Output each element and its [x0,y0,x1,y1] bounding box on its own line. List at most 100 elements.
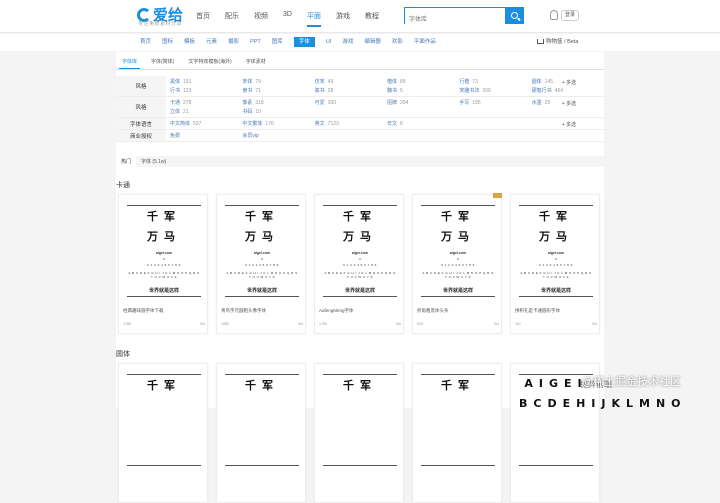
filter-option-count: 79 [255,79,261,85]
font-card[interactable]: 千军 万马 aigei.com x 0 1 2 3 4 5 6 7 8 9 A B C D… [118,194,208,334]
sub-nav-item[interactable]: 模板 [184,37,195,47]
filter-option[interactable]: 日文 6 [387,120,459,127]
search-box [404,7,524,28]
filter-option-name: 会员vip [242,133,259,139]
user-icon[interactable] [550,10,558,20]
filter-option[interactable]: 中文简体 537 [170,120,242,127]
font-card[interactable]: 千军 万马 aigei.com x 0 1 2 3 4 5 6 7 8 9 A B C D… [314,194,404,334]
preview-glyph-line2: 万马 [147,230,181,243]
font-card[interactable]: 千军 万马 aigei.com x 0 1 2 3 4 5 6 7 8 9 A B C D… [412,193,502,334]
login-button[interactable]: 登录 [561,10,579,21]
nav-item[interactable]: 教程 [365,11,379,27]
font-card[interactable]: 千军 万马 aigei.com x 0 1 2 3 4 5 6 7 8 9 A B C D… [216,194,306,334]
filter-option[interactable]: 招牌 294 [387,99,459,106]
filter-option[interactable]: 手写 195 [459,99,531,106]
sub-nav-item[interactable]: 摄影 [228,37,239,47]
nav-item[interactable]: 首页 [196,11,210,27]
nav-item[interactable]: 3D [283,11,292,27]
sub-nav-item[interactable]: 游戏 [342,37,353,47]
filter-option[interactable]: 硬笔行书 464 [532,87,604,94]
filter-option[interactable]: 黑体 191 [170,78,242,85]
font-card[interactable]: 千军 [118,363,208,503]
font-card[interactable]: 千军 [216,363,306,503]
sub-nav-item[interactable]: 字体 [293,37,315,47]
font-card[interactable]: 千军 [314,363,404,503]
preview-alphabet: A B C D E F G H I J K L M N O P Q R S T … [520,271,592,279]
list-tab[interactable]: 热门 [116,156,137,167]
filter-option-count: 123 [183,88,192,94]
preview-glyph-line2: 万马 [245,230,279,243]
multi-select-button[interactable]: + 多选 [562,121,576,128]
font-name[interactable]: 折角粗黑体头条 [417,308,449,314]
content-tab[interactable]: 字体素材 [243,58,269,69]
filter-option-count: 73 [472,79,478,85]
font-preview: 千军 万马 aigei.com x 0 1 2 3 4 5 6 7 8 9 A B C D… [519,205,593,297]
filter-option-name: 宋雕书法 [459,88,480,94]
sub-nav-item[interactable]: 欢影 [392,37,403,47]
font-name[interactable]: 经典趣味圆字体下载 [123,308,164,314]
sub-nav-item[interactable]: 编辑器 [364,37,381,47]
preview-glyph-line1: 千军 [147,210,181,223]
logo-subtitle: 专注免费素材分享 [138,21,183,27]
multi-select-button[interactable]: + 多选 [562,79,576,86]
filter-option[interactable]: 可爱 300 [315,99,387,106]
nav-item[interactable]: 游戏 [336,11,350,27]
list-tab[interactable]: 字体 (5.1w) [136,156,171,167]
content-tab[interactable]: 字体库 [119,58,141,69]
preview-glyph-line1: 千军 [147,379,181,392]
preview-alphabet: A B C D E F G H I J K L M N O P Q R S T … [324,271,396,279]
filter-option-count: 7123 [327,121,339,127]
filter-option[interactable]: 行楷 73 [459,78,531,85]
sub-nav-item[interactable]: UI [326,37,332,47]
content-tab[interactable]: 字体(简体) [148,58,177,69]
filter-option[interactable]: 仿宋 49 [315,78,387,85]
nav-item[interactable]: 平面 [306,11,321,27]
filter-option[interactable]: 行书 123 [170,87,242,94]
filter-option[interactable]: 会员vip [242,132,314,139]
main-nav: 首页 配乐 视频 3D 平面 游戏 教程 [196,11,394,27]
filter-option[interactable]: 书码 10 [242,108,314,115]
multi-select-button[interactable]: + 多选 [562,100,576,107]
filter-option[interactable]: 立体 21 [170,108,242,115]
filter-option[interactable]: 英文 7123 [315,120,387,127]
search-input[interactable] [405,12,505,28]
nav-item[interactable]: 视频 [254,11,268,27]
font-name[interactable]: AafengMeng字体 [319,308,354,314]
filter-values: 免费 会员vip [166,130,604,141]
font-meta: 520 9m [417,322,499,326]
filter-option[interactable]: 楷体 89 [387,78,459,85]
main-content: 字体库 字体(简体) 文字特效模板(海外) 字体素材 风格 黑体 191 宋体 79 仿宋 49 楷… [116,52,681,503]
filter-option[interactable]: 免费 [170,132,242,139]
filter-option[interactable]: 像素 318 [242,99,314,106]
filter-row: 风格 黑体 191 宋体 79 仿宋 49 楷体 89 行楷 73 圆体 145 行书 123 隶书 71 篆书 2… [116,76,604,97]
sub-nav-item[interactable]: 平面作品 [414,37,436,47]
font-meta: 162 9m [515,322,597,326]
search-button[interactable] [505,7,524,24]
filter-option[interactable]: 宋体 79 [242,78,314,85]
filter-option[interactable]: 宋雕书法 209 [459,87,531,94]
nav-item[interactable]: 配乐 [225,11,239,27]
sub-nav-item[interactable]: 图库 [272,37,283,47]
filter-option-name: 黑体 [170,79,181,85]
font-card[interactable]: 千军 万马 aigei.com x 0 1 2 3 4 5 6 7 8 9 A B C D… [510,194,600,334]
filter-option[interactable]: 篆书 28 [315,87,387,94]
content-tab[interactable]: 文字特效模板(海外) [185,58,234,69]
preview-glyph-line2: 万马 [441,230,475,243]
filter-option[interactable]: 卡通 278 [170,99,242,106]
filter-option[interactable]: 魏书 5 [387,87,459,94]
sub-nav-item[interactable]: 元素 [206,37,217,47]
cart-link[interactable]: 购物篮 / Beta [537,37,578,45]
preview-glyph-line1: 千军 [343,379,377,392]
preview-site: aigei.com [547,251,565,255]
font-card[interactable]: 千军 [412,363,502,503]
font-name[interactable]: 拼积孔是卡通圆形字体 [515,308,560,314]
sub-nav-item[interactable]: 首页 [140,37,151,47]
preview-alphabet: A B C D E F G H I J K L M N O P Q R S T … [226,271,298,279]
font-name[interactable]: 青鸟字元圆粗头像字体 [221,308,266,314]
sub-nav-item[interactable]: PPT [250,37,261,47]
preview-numbers: 0 1 2 3 4 5 6 7 8 9 [441,263,475,267]
filter-option[interactable]: 中文繁体 176 [242,120,314,127]
preview-glyph-line2: 万马 [539,230,573,243]
sub-nav-item[interactable]: 图标 [162,37,173,47]
filter-option[interactable]: 隶书 71 [242,87,314,94]
